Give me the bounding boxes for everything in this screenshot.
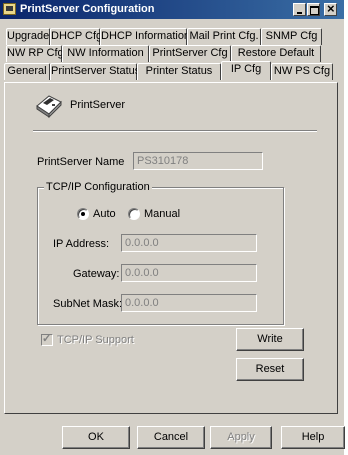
minimize-button[interactable] (293, 3, 306, 16)
printserver-config-window: PrintServer Configuration Upgrade DHCP C… (0, 0, 345, 455)
tcpip-support-checkbox[interactable] (41, 332, 53, 346)
tab-nw-rp-cfg[interactable]: NW RP Cfg (6, 45, 64, 62)
ip-address-field[interactable]: 0.0.0.0 (121, 234, 257, 252)
tcpip-support-label: TCP/IP Support (57, 334, 134, 346)
apply-button[interactable]: Apply (210, 426, 272, 449)
subnet-mask-label: SubNet Mask: (53, 298, 123, 310)
header-divider (33, 130, 317, 132)
tab-ip-cfg[interactable]: IP Cfg (221, 61, 271, 80)
write-button[interactable]: Write (236, 328, 304, 351)
printserver-name-field[interactable]: PS310178 (133, 152, 263, 170)
manual-radio[interactable] (128, 208, 140, 220)
help-button[interactable]: Help (281, 426, 345, 449)
title-bar[interactable]: PrintServer Configuration (0, 0, 344, 19)
subnet-mask-field[interactable]: 0.0.0.0 (121, 294, 257, 312)
tab-snmp-cfg[interactable]: SNMP Cfg (261, 28, 322, 45)
tab-dhcp-cfg[interactable]: DHCP Cfg (50, 28, 102, 45)
printserver-name-label: PrintServer Name (37, 156, 125, 168)
device-label: PrintServer (70, 99, 126, 111)
auto-radio-label: Auto (93, 208, 116, 220)
tab-printserver-cfg[interactable]: PrintServer Cfg (149, 45, 231, 62)
cancel-button[interactable]: Cancel (137, 426, 205, 449)
manual-radio-label: Manual (144, 208, 181, 220)
ok-button[interactable]: OK (62, 426, 130, 449)
tab-printserver-status[interactable]: PrintServer Status (50, 63, 140, 80)
gateway-field[interactable]: 0.0.0.0 (121, 264, 257, 282)
close-button[interactable] (324, 1, 337, 16)
gateway-label: Gateway: (73, 268, 120, 280)
printer-app-icon (3, 3, 16, 15)
printer-icon (36, 95, 62, 118)
tab-upgrade[interactable]: Upgrade (6, 28, 50, 45)
ip-address-label: IP Address: (53, 238, 110, 250)
tab-general[interactable]: General (4, 63, 50, 80)
maximize-button[interactable] (307, 3, 320, 16)
tab-nw-ps-cfg[interactable]: NW PS Cfg (271, 63, 333, 80)
auto-radio[interactable] (77, 208, 89, 220)
tab-dhcp-information[interactable]: DHCP Information (100, 28, 190, 45)
tcpip-config-group-title: TCP/IP Configuration (44, 181, 152, 193)
window-title: PrintServer Configuration (20, 3, 155, 15)
tab-nw-information[interactable]: NW Information (62, 45, 149, 62)
tab-mail-print-cfg[interactable]: Mail Print Cfg. (187, 28, 261, 45)
tab-printer-status[interactable]: Printer Status (137, 63, 221, 80)
reset-button[interactable]: Reset (236, 358, 304, 381)
tab-restore-default[interactable]: Restore Default (231, 45, 321, 62)
